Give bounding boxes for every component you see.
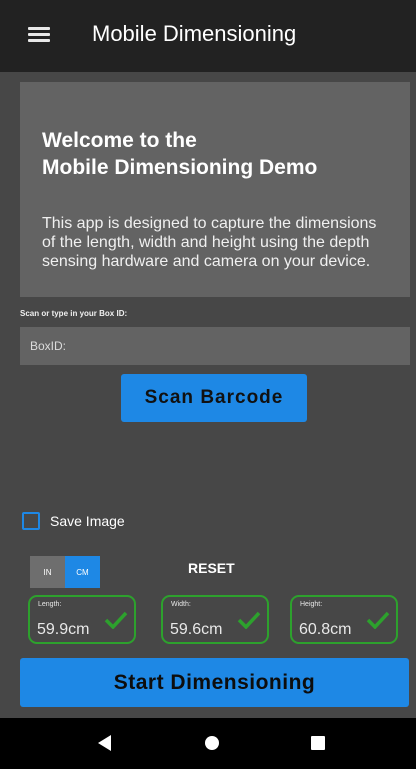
width-result: Width: 59.6cm <box>161 595 269 644</box>
length-result: Length: 59.9cm <box>28 595 136 644</box>
hamburger-menu-icon[interactable] <box>28 27 50 43</box>
welcome-title-line2: Mobile Dimensioning Demo <box>42 156 318 179</box>
main-content: Welcome to the Mobile Dimensioning Demo … <box>0 72 416 718</box>
unit-toggle: IN CM <box>30 556 100 588</box>
recent-apps-square-icon[interactable] <box>311 736 325 750</box>
welcome-title: Welcome to the Mobile Dimensioning Demo <box>42 127 402 181</box>
save-image-label: Save Image <box>50 513 125 529</box>
back-triangle-icon[interactable] <box>98 735 111 751</box>
height-value: 60.8cm <box>299 621 352 638</box>
save-image-toggle[interactable]: Save Image <box>22 510 125 532</box>
box-id-label: Scan or type in your Box ID: <box>20 309 128 318</box>
scan-barcode-button[interactable]: Scan Barcode <box>121 374 307 422</box>
box-id-input[interactable] <box>20 327 410 365</box>
welcome-description: This app is designed to capture the dime… <box>42 215 377 270</box>
reset-button[interactable]: RESET <box>188 560 235 576</box>
width-label: Width: <box>171 601 191 608</box>
app-title: Mobile Dimensioning <box>92 21 297 46</box>
width-value: 59.6cm <box>170 621 223 638</box>
system-nav-bar <box>0 718 416 769</box>
app-bar: Mobile Dimensioning <box>0 0 416 72</box>
height-result: Height: 60.8cm <box>290 595 398 644</box>
unit-in-button[interactable]: IN <box>30 556 65 588</box>
check-icon <box>366 611 390 629</box>
height-label: Height: <box>300 601 323 608</box>
unit-cm-button[interactable]: CM <box>65 556 100 588</box>
home-circle-icon[interactable] <box>205 736 219 750</box>
length-value: 59.9cm <box>37 621 90 638</box>
start-dimensioning-button[interactable]: Start Dimensioning <box>20 658 409 707</box>
check-icon <box>104 611 128 629</box>
welcome-panel: Welcome to the Mobile Dimensioning Demo … <box>20 82 410 297</box>
welcome-title-line1: Welcome to the <box>42 129 197 152</box>
check-icon <box>237 611 261 629</box>
length-label: Length: <box>38 601 62 608</box>
save-image-checkbox[interactable] <box>22 512 40 530</box>
